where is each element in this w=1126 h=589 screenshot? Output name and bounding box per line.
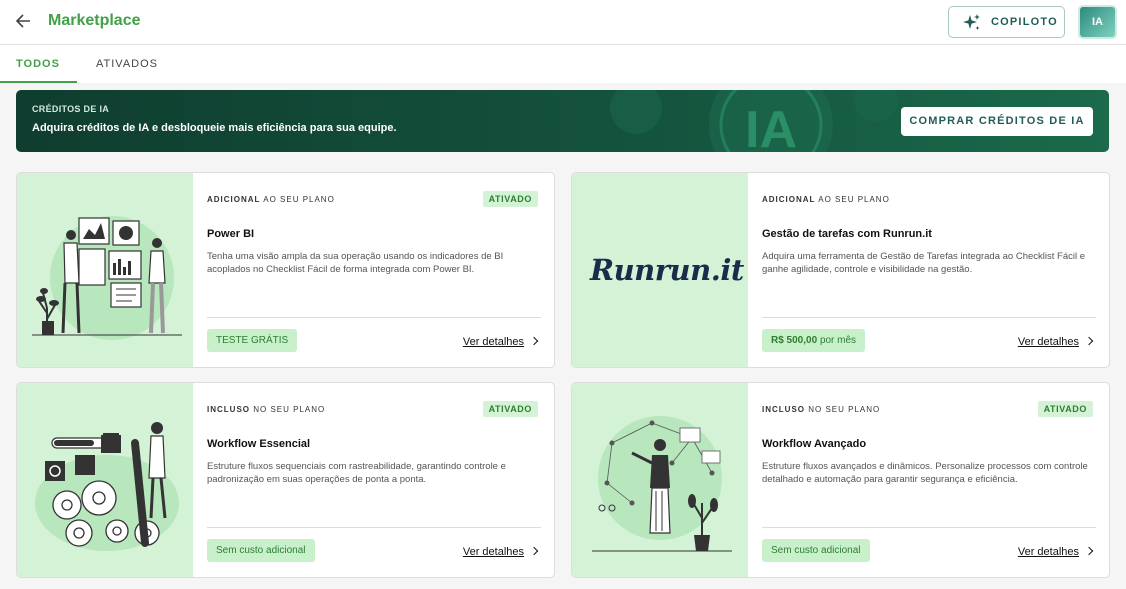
card-runrun-it: Runrun.it ADICIONAL AO SEU PLANO Gestão … xyxy=(571,172,1110,368)
card-illustration xyxy=(572,383,748,577)
bi-dashboard-illustration xyxy=(32,216,182,340)
status-badge: ATIVADO xyxy=(482,401,538,417)
top-bar: Marketplace COPILOTO IA xyxy=(0,0,1126,45)
see-details-label: Ver detalhes xyxy=(462,546,524,558)
card-title: Power BI xyxy=(207,228,255,240)
card-power-bi: ADICIONAL AO SEU PLANO ATIVADO Power BI … xyxy=(16,172,555,368)
status-badge: ATIVADO xyxy=(1037,401,1093,417)
copilot-label: COPILOTO xyxy=(991,16,1058,28)
plan-type: ADICIONAL AO SEU PLANO xyxy=(207,195,335,204)
price-tag: Sem custo adicional xyxy=(207,539,315,562)
see-details-label: Ver detalhes xyxy=(462,336,524,348)
page-title: Marketplace xyxy=(48,12,141,29)
tab-todos[interactable]: TODOS xyxy=(16,58,60,70)
gears-workflow-illustration xyxy=(35,422,179,551)
card-description: Adquira uma ferramenta de Gestão de Tare… xyxy=(762,251,1085,275)
divider xyxy=(207,317,541,318)
arrow-left-icon[interactable] xyxy=(14,11,34,31)
plan-type-strong: INCLUSO xyxy=(762,405,805,414)
plan-type-suffix: NO SEU PLANO xyxy=(253,405,326,414)
divider xyxy=(762,527,1096,528)
plan-type-strong: ADICIONAL xyxy=(207,195,261,204)
card-title: Gestão de tarefas com Runrun.it xyxy=(762,228,932,240)
see-details-link[interactable]: Ver detalhes xyxy=(462,336,539,348)
plan-type-strong: INCLUSO xyxy=(207,405,250,414)
coin-text: IA xyxy=(745,101,797,152)
status-badge: ATIVADO xyxy=(482,191,538,207)
tab-bar: TODOS ATIVADOS xyxy=(0,45,1126,83)
buy-ai-credits-button[interactable]: COMPRAR CRÉDITOS DE IA xyxy=(901,107,1093,136)
process-map-illustration xyxy=(592,416,732,552)
ia-coins-illustration: IA xyxy=(610,90,898,152)
tab-ativados[interactable]: ATIVADOS xyxy=(96,58,158,70)
price-text: Sem custo adicional xyxy=(771,545,861,556)
see-details-label: Ver detalhes xyxy=(1017,336,1079,348)
buy-ai-credits-label: COMPRAR CRÉDITOS DE IA xyxy=(909,115,1085,127)
price-tag: R$ 500,00 por mês xyxy=(762,329,866,352)
card-illustration xyxy=(17,383,193,577)
runrun-logo: Runrun.it xyxy=(590,253,744,287)
banner-message: Adquira créditos de IA e desbloqueie mai… xyxy=(32,122,397,134)
plan-type-suffix: AO SEU PLANO xyxy=(818,195,890,204)
plan-type: INCLUSO NO SEU PLANO xyxy=(207,405,325,414)
plan-type: ADICIONAL AO SEU PLANO xyxy=(762,195,890,204)
see-details-label: Ver detalhes xyxy=(1017,546,1079,558)
active-tab-indicator xyxy=(0,81,77,83)
card-workflow-essencial: INCLUSO NO SEU PLANO ATIVADO Workflow Es… xyxy=(16,382,555,578)
chevron-right-icon xyxy=(529,336,539,346)
card-title: Workflow Essencial xyxy=(207,438,311,450)
chevron-right-icon xyxy=(1084,336,1094,346)
plan-type-strong: ADICIONAL xyxy=(762,195,816,204)
see-details-link[interactable]: Ver detalhes xyxy=(1017,546,1094,558)
card-title: Workflow Avançado xyxy=(762,438,867,450)
banner-eyebrow: CRÉDITOS DE IA xyxy=(32,104,110,114)
card-description: Estruture fluxos avançados e dinâmicos. … xyxy=(762,461,1088,485)
card-illustration xyxy=(17,173,193,367)
price-tag: Sem custo adicional xyxy=(762,539,870,562)
plan-type-suffix: NO SEU PLANO xyxy=(808,405,881,414)
plan-type: INCLUSO NO SEU PLANO xyxy=(762,405,880,414)
card-description: Estruture fluxos sequenciais com rastrea… xyxy=(207,461,506,485)
sparkles-icon xyxy=(963,14,980,30)
ai-credits-banner: IA CRÉDITOS DE IA Adquira créditos de IA… xyxy=(16,90,1109,152)
card-workflow-avancado: INCLUSO NO SEU PLANO ATIVADO Workflow Av… xyxy=(571,382,1110,578)
avatar[interactable]: IA xyxy=(1078,5,1117,39)
card-description: Tenha uma visão ampla da sua operação us… xyxy=(207,251,504,275)
divider xyxy=(207,527,541,528)
price-tag: TESTE GRÁTIS xyxy=(207,329,298,352)
divider xyxy=(762,317,1096,318)
price-text: TESTE GRÁTIS xyxy=(216,335,289,346)
chevron-right-icon xyxy=(1084,546,1094,556)
see-details-link[interactable]: Ver detalhes xyxy=(462,546,539,558)
card-illustration: Runrun.it xyxy=(572,173,748,367)
copilot-button[interactable]: COPILOTO xyxy=(948,6,1065,38)
price-text: Sem custo adicional xyxy=(216,545,306,556)
see-details-link[interactable]: Ver detalhes xyxy=(1017,336,1094,348)
price-period: por mês xyxy=(819,335,857,346)
chevron-right-icon xyxy=(529,546,539,556)
plan-type-suffix: AO SEU PLANO xyxy=(263,195,335,204)
avatar-label: IA xyxy=(1092,16,1103,28)
price-amount: R$ 500,00 xyxy=(771,335,818,346)
